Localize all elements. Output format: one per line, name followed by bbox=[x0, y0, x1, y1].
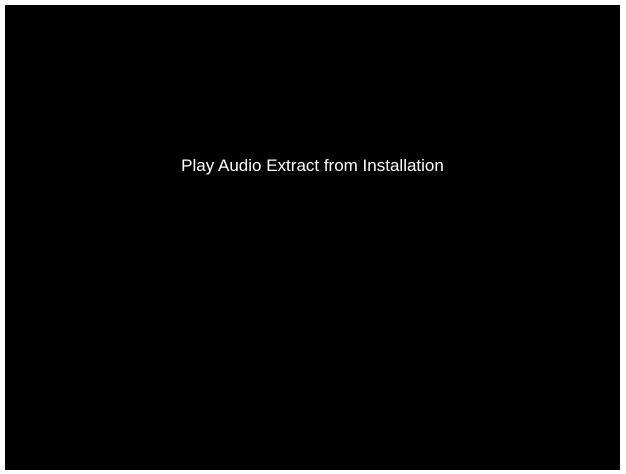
play-audio-link[interactable]: Play Audio Extract from Installation bbox=[5, 155, 620, 177]
audio-player-frame[interactable]: Play Audio Extract from Installation bbox=[5, 5, 620, 470]
